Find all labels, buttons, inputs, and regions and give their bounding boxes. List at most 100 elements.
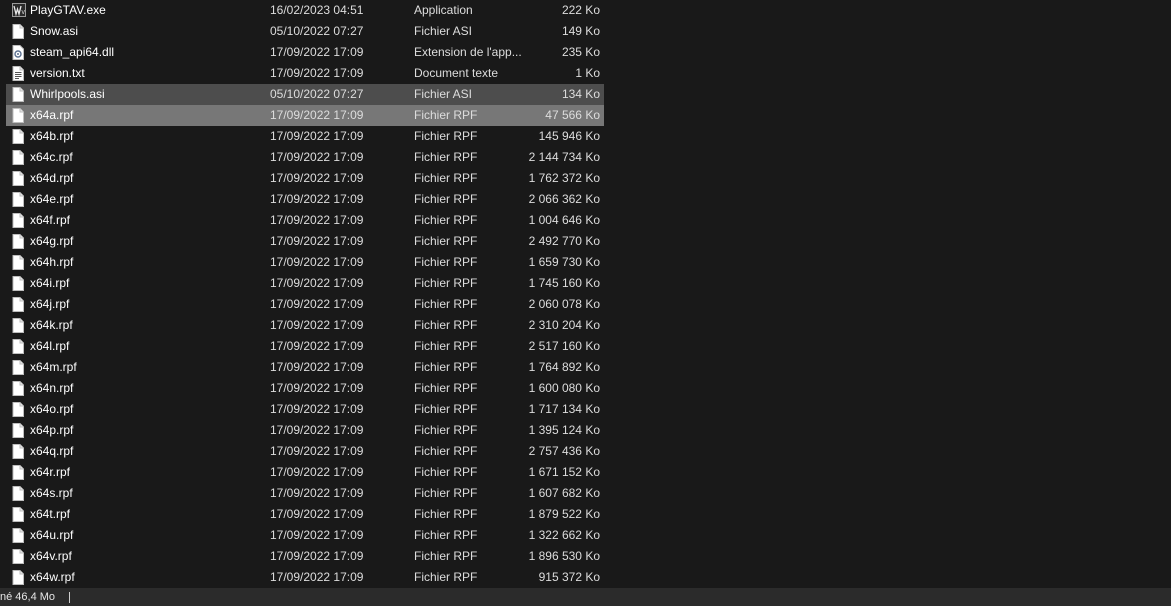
file-size: 149 Ko bbox=[561, 24, 600, 38]
file-modified-date: 17/09/2022 17:09 bbox=[270, 507, 364, 521]
file-row[interactable]: x64o.rpf 17/09/2022 17:09 Fichier RPF 1 717… bbox=[6, 399, 604, 420]
file-row[interactable]: x64k.rpf 17/09/2022 17:09 Fichier RPF 2 310… bbox=[6, 315, 604, 336]
file-modified-date: 17/09/2022 17:09 bbox=[270, 360, 364, 374]
file-row[interactable]: x64n.rpf 17/09/2022 17:09 Fichier RPF 1 600… bbox=[6, 378, 604, 399]
file-size: 2 066 362 Ko bbox=[528, 192, 600, 206]
file-size: 2 517 160 Ko bbox=[528, 339, 600, 353]
file-row[interactable]: x64p.rpf 17/09/2022 17:09 Fichier RPF 1 395… bbox=[6, 420, 604, 441]
file-modified-date: 17/09/2022 17:09 bbox=[270, 276, 364, 290]
file-name: x64e.rpf bbox=[30, 192, 74, 206]
file-name: x64i.rpf bbox=[30, 276, 70, 290]
file-name: x64r.rpf bbox=[30, 465, 71, 479]
file-size: 1 395 124 Ko bbox=[528, 423, 600, 437]
file-size: 2 757 436 Ko bbox=[528, 444, 600, 458]
file-name: x64a.rpf bbox=[30, 108, 74, 122]
file-size: 1 717 134 Ko bbox=[528, 402, 600, 416]
file-name: Snow.asi bbox=[30, 24, 79, 38]
file-icon bbox=[12, 105, 26, 126]
file-name: PlayGTAV.exe bbox=[30, 3, 106, 17]
file-row[interactable]: x64j.rpf 17/09/2022 17:09 Fichier RPF 2 060… bbox=[6, 294, 604, 315]
file-row[interactable]: x64q.rpf 17/09/2022 17:09 Fichier RPF 2 757… bbox=[6, 441, 604, 462]
file-row[interactable]: x64c.rpf 17/09/2022 17:09 Fichier RPF 2 144… bbox=[6, 147, 604, 168]
file-modified-date: 05/10/2022 07:27 bbox=[270, 87, 364, 101]
file-list: V PlayGTAV.exe 16/02/2023 04:51 Application… bbox=[0, 0, 1171, 588]
file-icon bbox=[12, 336, 26, 357]
file-size: 47 566 Ko bbox=[545, 108, 600, 122]
file-icon bbox=[12, 420, 26, 441]
file-modified-date: 17/09/2022 17:09 bbox=[270, 66, 364, 80]
file-modified-date: 17/09/2022 17:09 bbox=[270, 129, 364, 143]
file-icon bbox=[12, 567, 26, 588]
file-row[interactable]: x64f.rpf 17/09/2022 17:09 Fichier RPF 1 004… bbox=[6, 210, 604, 231]
file-modified-date: 17/09/2022 17:09 bbox=[270, 150, 364, 164]
file-icon bbox=[12, 147, 26, 168]
file-icon bbox=[12, 357, 26, 378]
file-modified-date: 17/09/2022 17:09 bbox=[270, 318, 364, 332]
file-modified-date: 17/09/2022 17:09 bbox=[270, 486, 364, 500]
file-name: x64u.rpf bbox=[30, 528, 74, 542]
file-name: x64o.rpf bbox=[30, 402, 74, 416]
file-modified-date: 16/02/2023 04:51 bbox=[270, 3, 364, 17]
file-row[interactable]: x64w.rpf 17/09/2022 17:09 Fichier RPF 915 3… bbox=[6, 567, 604, 588]
file-name: x64l.rpf bbox=[30, 339, 70, 353]
file-modified-date: 17/09/2022 17:09 bbox=[270, 570, 364, 584]
file-name: x64k.rpf bbox=[30, 318, 73, 332]
file-icon bbox=[12, 483, 26, 504]
file-size: 1 762 372 Ko bbox=[528, 171, 600, 185]
file-icon bbox=[12, 210, 26, 231]
file-size: 222 Ko bbox=[561, 3, 600, 17]
file-icon bbox=[12, 84, 26, 105]
file-row[interactable]: x64s.rpf 17/09/2022 17:09 Fichier RPF 1 607… bbox=[6, 483, 604, 504]
file-name: Whirlpools.asi bbox=[30, 87, 105, 101]
file-modified-date: 17/09/2022 17:09 bbox=[270, 192, 364, 206]
file-row[interactable]: x64i.rpf 17/09/2022 17:09 Fichier RPF 1 745… bbox=[6, 273, 604, 294]
file-row[interactable]: V PlayGTAV.exe 16/02/2023 04:51 Application… bbox=[6, 0, 604, 21]
file-row[interactable]: x64b.rpf 17/09/2022 17:09 Fichier RPF 145 9… bbox=[6, 126, 604, 147]
file-size: 1 745 160 Ko bbox=[528, 276, 600, 290]
file-size: 1 322 662 Ko bbox=[528, 528, 600, 542]
file-row[interactable]: x64v.rpf 17/09/2022 17:09 Fichier RPF 1 896… bbox=[6, 546, 604, 567]
file-modified-date: 17/09/2022 17:09 bbox=[270, 234, 364, 248]
file-row[interactable]: x64u.rpf 17/09/2022 17:09 Fichier RPF 1 322… bbox=[6, 525, 604, 546]
file-icon bbox=[12, 504, 26, 525]
dll-gear-icon bbox=[12, 42, 26, 63]
file-icon bbox=[12, 315, 26, 336]
file-name: x64n.rpf bbox=[30, 381, 74, 395]
file-modified-date: 17/09/2022 17:09 bbox=[270, 171, 364, 185]
file-row[interactable]: steam_api64.dll 17/09/2022 17:09 Extension… bbox=[6, 42, 604, 63]
file-name: x64j.rpf bbox=[30, 297, 70, 311]
file-row[interactable]: x64m.rpf 17/09/2022 17:09 Fichier RPF 1 764… bbox=[6, 357, 604, 378]
file-row[interactable]: x64a.rpf 17/09/2022 17:09 Fichier RPF 47 56… bbox=[6, 105, 604, 126]
file-row[interactable]: x64e.rpf 17/09/2022 17:09 Fichier RPF 2 066… bbox=[6, 189, 604, 210]
file-modified-date: 17/09/2022 17:09 bbox=[270, 381, 364, 395]
file-size: 235 Ko bbox=[561, 45, 600, 59]
file-size: 1 896 530 Ko bbox=[528, 549, 600, 563]
file-size: 915 372 Ko bbox=[538, 570, 600, 584]
file-icon bbox=[12, 126, 26, 147]
file-row[interactable]: x64t.rpf 17/09/2022 17:09 Fichier RPF 1 879… bbox=[6, 504, 604, 525]
file-modified-date: 17/09/2022 17:09 bbox=[270, 423, 364, 437]
gtav-app-icon: V bbox=[12, 0, 26, 21]
file-size: 134 Ko bbox=[561, 87, 600, 101]
file-row[interactable]: Whirlpools.asi 05/10/2022 07:27 Fichier AS… bbox=[6, 84, 604, 105]
file-name: steam_api64.dll bbox=[30, 45, 115, 59]
file-size: 1 004 646 Ko bbox=[528, 213, 600, 227]
file-modified-date: 17/09/2022 17:09 bbox=[270, 255, 364, 269]
file-row[interactable]: Snow.asi 05/10/2022 07:27 Fichier ASI 149 K… bbox=[6, 21, 604, 42]
file-name: x64g.rpf bbox=[30, 234, 74, 248]
file-icon bbox=[12, 168, 26, 189]
file-row[interactable]: x64r.rpf 17/09/2022 17:09 Fichier RPF 1 671… bbox=[6, 462, 604, 483]
file-row[interactable]: version.txt 17/09/2022 17:09 Document text… bbox=[6, 63, 604, 84]
file-name: x64b.rpf bbox=[30, 129, 74, 143]
file-icon bbox=[12, 294, 26, 315]
file-icon bbox=[12, 441, 26, 462]
file-modified-date: 17/09/2022 17:09 bbox=[270, 402, 364, 416]
file-row[interactable]: x64g.rpf 17/09/2022 17:09 Fichier RPF 2 492… bbox=[6, 231, 604, 252]
file-icon bbox=[12, 546, 26, 567]
file-row[interactable]: x64h.rpf 17/09/2022 17:09 Fichier RPF 1 659… bbox=[6, 252, 604, 273]
file-row[interactable]: x64d.rpf 17/09/2022 17:09 Fichier RPF 1 762… bbox=[6, 168, 604, 189]
file-row[interactable]: x64l.rpf 17/09/2022 17:09 Fichier RPF 2 517… bbox=[6, 336, 604, 357]
file-name: x64t.rpf bbox=[30, 507, 71, 521]
file-modified-date: 17/09/2022 17:09 bbox=[270, 339, 364, 353]
file-modified-date: 17/09/2022 17:09 bbox=[270, 108, 364, 122]
